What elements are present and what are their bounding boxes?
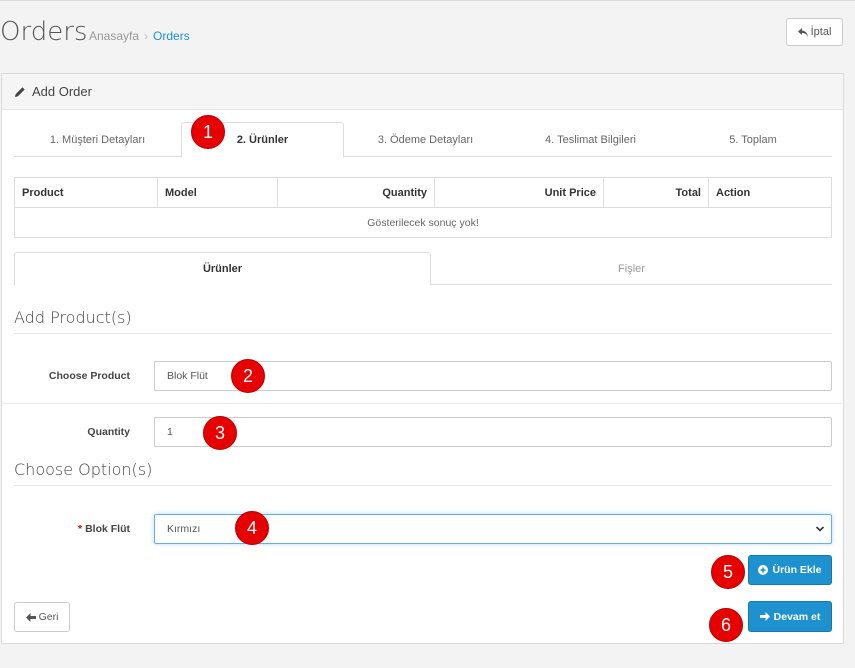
continue-button[interactable]: Devam et [748, 601, 832, 632]
annotation-badge-3: 3 [203, 416, 237, 450]
annotation-badge-6: 6 [709, 608, 743, 642]
table-header-row: Product Model Quantity Unit Price Total … [14, 177, 832, 208]
form-divider [2, 403, 845, 404]
arrow-left-icon [25, 612, 36, 622]
cancel-label: İptal [810, 26, 832, 38]
subtab-label: Fişler [618, 262, 645, 275]
add-product-button[interactable]: Ürün Ekle [748, 555, 832, 585]
column-header-unit-price: Unit Price [434, 177, 604, 208]
back-button[interactable]: Geri [14, 602, 70, 632]
annotation-badge-2: 2 [231, 359, 265, 393]
tab-payment-details[interactable]: 3. Ödeme Detayları [344, 122, 507, 157]
breadcrumb: Anasayfa › Orders [89, 29, 190, 43]
column-header-product: Product [14, 177, 158, 208]
add-product-label: Ürün Ekle [772, 564, 822, 576]
tab-total[interactable]: 5. Toplam [674, 122, 832, 157]
cancel-button[interactable]: İptal [786, 18, 843, 46]
continue-label: Devam et [773, 610, 821, 623]
breadcrumb-home[interactable]: Anasayfa [89, 29, 139, 43]
pencil-icon [15, 86, 25, 97]
plus-circle-icon [758, 565, 769, 575]
choose-product-value: Blok Flüt [167, 370, 208, 382]
back-label: Geri [38, 611, 59, 623]
tab-label: 5. Toplam [729, 133, 777, 146]
panel-heading-label: Add Order [32, 84, 92, 99]
quantity-label: Quantity [87, 426, 130, 438]
tab-products-sub[interactable]: Ürünler [14, 252, 431, 286]
quantity-value: 1 [167, 426, 173, 438]
tab-shipping-info[interactable]: 4. Teslimat Bilgileri [507, 122, 674, 157]
option-blok-flut-label: * Blok Flüt [14, 523, 130, 535]
tab-label: 2. Ürünler [236, 134, 289, 146]
breadcrumb-separator: › [144, 29, 149, 43]
option-label-text: Blok Flüt [85, 523, 130, 535]
product-voucher-tabs: Ürünler Fişler [14, 252, 832, 286]
subtab-label: Ürünler [202, 263, 243, 275]
tab-label: 3. Ödeme Detayları [377, 133, 474, 146]
order-steps-tabs: 1. Müşteri Detayları 2. Ürünler 3. Ödeme… [14, 122, 832, 158]
annotation-badge-4: 4 [235, 511, 269, 545]
tab-label: 1. Müşteri Detayları [49, 133, 146, 146]
panel-heading: Add Order [2, 74, 843, 110]
reply-icon [797, 27, 808, 37]
option-select-value: Kırmızı [167, 523, 201, 535]
table-row: Gösterilecek sonuç yok! [14, 207, 832, 238]
tab-label: 4. Teslimat Bilgileri [545, 133, 636, 146]
annotation-badge-5: 5 [711, 555, 745, 589]
page-title: Orders [0, 17, 88, 47]
top-divider [0, 0, 855, 1]
column-header-quantity: Quantity [277, 177, 435, 208]
annotation-badge-1: 1 [191, 115, 225, 149]
column-header-action: Action [708, 177, 832, 208]
cart-table: Product Model Quantity Unit Price Total … [14, 177, 832, 238]
tab-vouchers[interactable]: Fişler [431, 252, 832, 285]
choose-product-label: Choose Product [48, 370, 130, 382]
quantity-input[interactable]: 1 [154, 417, 832, 447]
tab-customer-details[interactable]: 1. Müşteri Detayları [14, 122, 181, 157]
breadcrumb-current[interactable]: Orders [153, 29, 190, 43]
choose-options-legend: Choose Option(s) [14, 460, 832, 486]
empty-table-message: Gösterilecek sonuç yok! [14, 207, 832, 238]
chevron-down-icon [815, 526, 825, 532]
add-products-legend: Add Product(s) [14, 308, 832, 334]
column-header-model: Model [157, 177, 278, 208]
required-marker: * [77, 523, 83, 535]
arrow-right-icon [759, 612, 770, 621]
column-header-total: Total [603, 177, 709, 208]
